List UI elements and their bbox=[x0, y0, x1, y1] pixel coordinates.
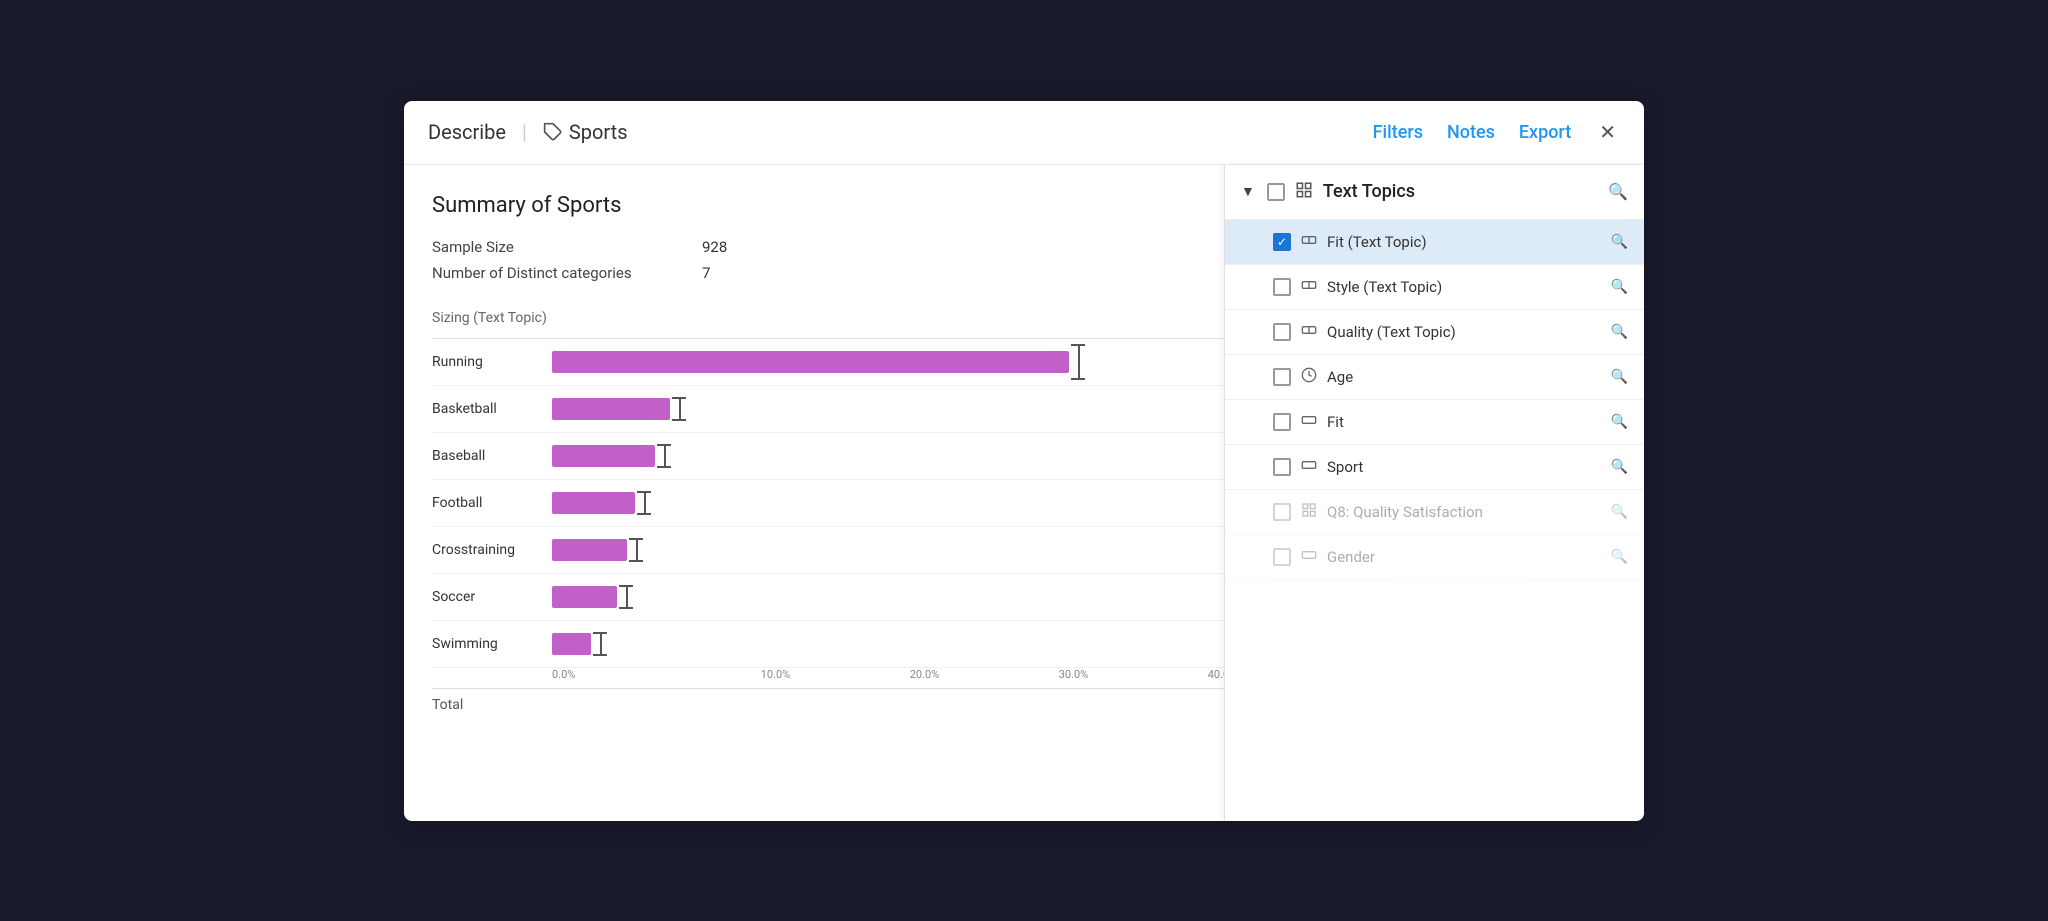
header-right: Filters Notes Export ✕ bbox=[1373, 116, 1620, 149]
total-label: Total bbox=[432, 697, 552, 713]
panel-item[interactable]: Age 🔍 bbox=[1225, 355, 1644, 400]
item-search-icon[interactable]: 🔍 bbox=[1611, 414, 1628, 430]
stat-label-sample: Sample Size bbox=[432, 238, 662, 256]
panel-item[interactable]: Quality (Text Topic) 🔍 bbox=[1225, 310, 1644, 355]
bar bbox=[552, 445, 655, 467]
main-window: Describe | Sports Filters Notes Export ✕… bbox=[404, 101, 1644, 821]
row-label: Swimming bbox=[432, 636, 552, 652]
item-checkbox bbox=[1273, 548, 1291, 566]
bar bbox=[552, 351, 1069, 373]
error-bar bbox=[629, 538, 645, 562]
row-label: Baseball bbox=[432, 448, 552, 464]
x-tick: 30.0% bbox=[999, 668, 1148, 688]
item-search-icon[interactable]: 🔍 bbox=[1611, 459, 1628, 475]
item-search-icon[interactable]: 🔍 bbox=[1611, 369, 1628, 385]
chevron-down-icon[interactable]: ▼ bbox=[1241, 183, 1255, 200]
row-label: Crosstraining bbox=[432, 542, 552, 558]
stat-value-distinct: 7 bbox=[702, 264, 710, 282]
bar bbox=[552, 539, 627, 561]
x-tick: 10.0% bbox=[701, 668, 850, 688]
bar bbox=[552, 398, 670, 420]
panel-item[interactable]: Fit 🔍 bbox=[1225, 400, 1644, 445]
bar bbox=[552, 633, 591, 655]
row-label: Running bbox=[432, 354, 552, 370]
error-bar bbox=[657, 444, 673, 468]
item-type-icon bbox=[1301, 502, 1317, 522]
row-label: Soccer bbox=[432, 589, 552, 605]
item-label: Gender bbox=[1327, 548, 1611, 566]
filters-button[interactable]: Filters bbox=[1373, 122, 1423, 143]
item-search-icon[interactable]: 🔍 bbox=[1611, 234, 1628, 250]
item-type-icon bbox=[1301, 457, 1317, 477]
stat-label-distinct: Number of Distinct categories bbox=[432, 264, 662, 282]
item-label: Age bbox=[1327, 368, 1611, 386]
item-search-icon[interactable]: 🔍 bbox=[1611, 279, 1628, 295]
close-button[interactable]: ✕ bbox=[1595, 116, 1620, 149]
row-label: Football bbox=[432, 495, 552, 511]
separator: | bbox=[522, 120, 527, 144]
dataset-icon-label: Sports bbox=[543, 120, 628, 144]
item-type-icon bbox=[1301, 322, 1317, 342]
item-checkbox[interactable] bbox=[1273, 368, 1291, 386]
error-bar bbox=[1071, 344, 1087, 380]
bar bbox=[552, 492, 635, 514]
error-bar bbox=[593, 632, 609, 656]
item-label: Fit (Text Topic) bbox=[1327, 233, 1611, 251]
panel-item: Gender 🔍 bbox=[1225, 535, 1644, 580]
header: Describe | Sports Filters Notes Export ✕ bbox=[404, 101, 1644, 165]
error-bar bbox=[637, 491, 653, 515]
panel-items-list: Fit (Text Topic) 🔍 Style (Text Topic) 🔍 … bbox=[1225, 220, 1644, 580]
item-label: Sport bbox=[1327, 458, 1611, 476]
item-search-icon[interactable]: 🔍 bbox=[1611, 324, 1628, 340]
item-checkbox[interactable] bbox=[1273, 413, 1291, 431]
item-checkbox bbox=[1273, 503, 1291, 521]
panel-grid-icon bbox=[1295, 181, 1313, 203]
item-type-icon bbox=[1301, 547, 1317, 567]
header-left: Describe | Sports bbox=[428, 120, 1373, 144]
panel-search-icon[interactable]: 🔍 bbox=[1608, 182, 1628, 201]
panel-all-checkbox[interactable] bbox=[1267, 183, 1285, 201]
notes-button[interactable]: Notes bbox=[1447, 122, 1495, 143]
item-label: Quality (Text Topic) bbox=[1327, 323, 1611, 341]
item-search-icon: 🔍 bbox=[1611, 549, 1628, 565]
panel-title: Text Topics bbox=[1323, 181, 1608, 202]
panel-item[interactable]: Sport 🔍 bbox=[1225, 445, 1644, 490]
item-checkbox[interactable] bbox=[1273, 323, 1291, 341]
error-bar bbox=[672, 397, 688, 421]
describe-label: Describe bbox=[428, 120, 506, 144]
tag-icon bbox=[543, 122, 563, 142]
item-label: Fit bbox=[1327, 413, 1611, 431]
panel-item[interactable]: Style (Text Topic) 🔍 bbox=[1225, 265, 1644, 310]
item-checkbox[interactable] bbox=[1273, 233, 1291, 251]
bar bbox=[552, 586, 617, 608]
item-label: Style (Text Topic) bbox=[1327, 278, 1611, 296]
item-search-icon: 🔍 bbox=[1611, 504, 1628, 520]
item-type-icon bbox=[1301, 232, 1317, 252]
item-label: Q8: Quality Satisfaction bbox=[1327, 503, 1611, 521]
x-tick: 20.0% bbox=[850, 668, 999, 688]
item-type-icon bbox=[1301, 367, 1317, 387]
item-type-icon bbox=[1301, 277, 1317, 297]
panel-item: Q8: Quality Satisfaction 🔍 bbox=[1225, 490, 1644, 535]
dataset-name: Sports bbox=[569, 120, 628, 144]
item-checkbox[interactable] bbox=[1273, 458, 1291, 476]
x-tick: 0.0% bbox=[552, 668, 701, 688]
item-type-icon bbox=[1301, 412, 1317, 432]
content-area: Summary of Sports Sample Size 928 Number… bbox=[404, 165, 1644, 729]
stat-value-sample: 928 bbox=[702, 238, 727, 256]
panel-header: ▼ Text Topics 🔍 bbox=[1225, 165, 1644, 220]
error-bar bbox=[619, 585, 635, 609]
right-panel: ▼ Text Topics 🔍 Fit (Text Topic) 🔍 Style… bbox=[1224, 165, 1644, 821]
item-checkbox[interactable] bbox=[1273, 278, 1291, 296]
row-label: Basketball bbox=[432, 401, 552, 417]
panel-item[interactable]: Fit (Text Topic) 🔍 bbox=[1225, 220, 1644, 265]
export-button[interactable]: Export bbox=[1519, 122, 1571, 143]
